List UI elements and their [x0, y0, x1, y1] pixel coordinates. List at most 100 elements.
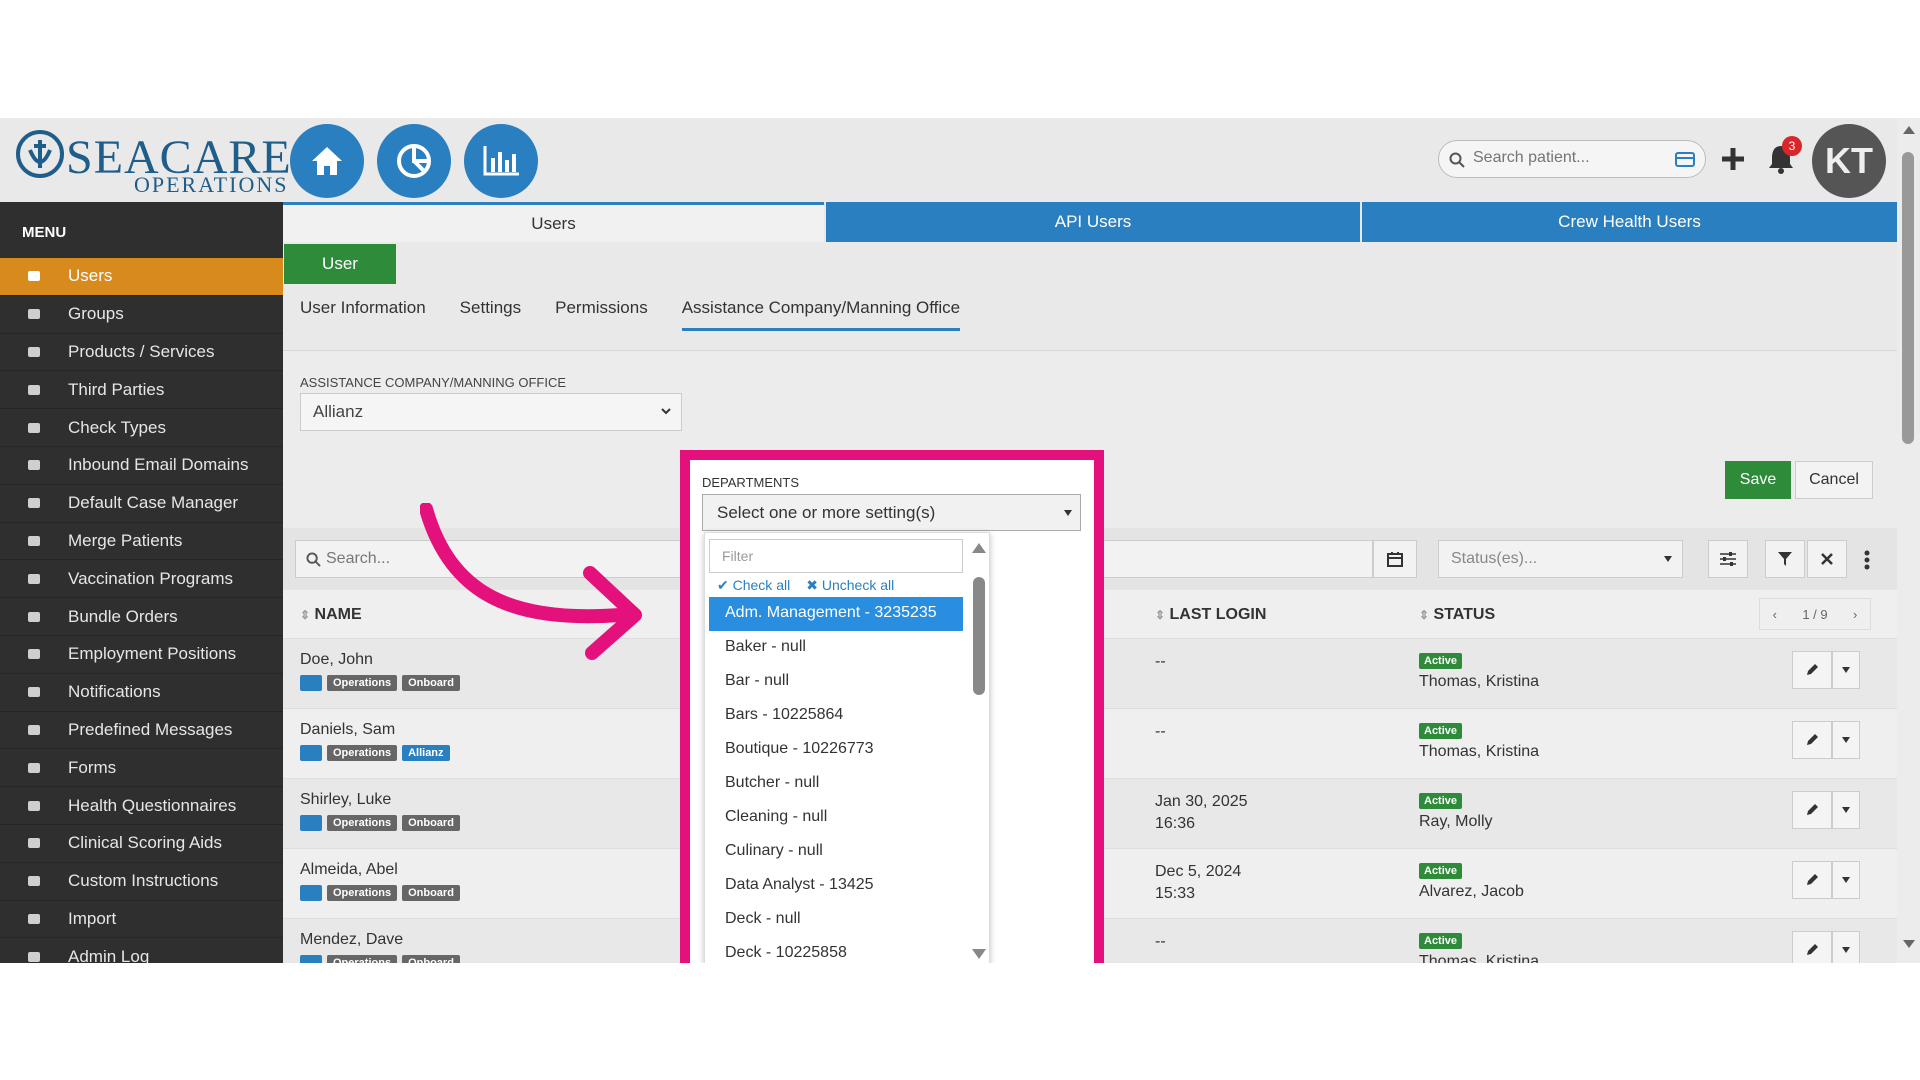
- row-menu-button[interactable]: [1832, 721, 1860, 759]
- tab-user[interactable]: User: [284, 244, 396, 284]
- sidebar-item-admin-log[interactable]: Admin Log: [0, 938, 283, 963]
- department-option[interactable]: Bars - 10225864: [709, 699, 963, 733]
- user-avatar[interactable]: KT: [1812, 124, 1886, 198]
- pager-prev[interactable]: ‹: [1773, 607, 1777, 622]
- column-settings-button[interactable]: [1708, 540, 1748, 578]
- header-status[interactable]: ⇕ STATUS: [1419, 606, 1495, 624]
- sidebar-item-employment-positions[interactable]: Employment Positions: [0, 636, 283, 674]
- dropdown-scrollbar[interactable]: [969, 541, 987, 961]
- status-filter[interactable]: Status(es)...: [1438, 540, 1683, 578]
- sidebar-item-third-parties[interactable]: Third Parties: [0, 371, 283, 410]
- dashboard-button[interactable]: [377, 124, 451, 198]
- cancel-button[interactable]: Cancel: [1795, 461, 1873, 499]
- row-tag: Onboard: [402, 955, 460, 963]
- sidebar-item-products-services[interactable]: Products / Services: [0, 334, 283, 372]
- page-scrollbar-thumb[interactable]: [1902, 152, 1914, 444]
- sidebar-item-custom-instructions[interactable]: Custom Instructions: [0, 863, 283, 901]
- bullhorn-icon: [0, 685, 68, 699]
- home-button[interactable]: [290, 124, 364, 198]
- sidebar-item-vaccination-programs[interactable]: Vaccination Programs: [0, 560, 283, 599]
- department-option[interactable]: Data Analyst - 13425: [709, 869, 963, 903]
- department-option[interactable]: Adm. Management - 3235235: [709, 597, 963, 631]
- pager-next[interactable]: ›: [1853, 607, 1857, 622]
- departments-label: DEPARTMENTS: [702, 475, 800, 490]
- edit-button[interactable]: [1792, 651, 1832, 689]
- calendar-button[interactable]: [1373, 540, 1417, 578]
- reports-button[interactable]: [464, 124, 538, 198]
- department-option[interactable]: Deck - 10225858: [709, 937, 963, 963]
- row-name[interactable]: Doe, John: [300, 651, 373, 669]
- clear-filter-button[interactable]: [1807, 540, 1847, 578]
- tab-assistance-company[interactable]: Assistance Company/Manning Office: [681, 298, 961, 331]
- departments-filter-input[interactable]: Filter: [709, 539, 963, 573]
- tab-settings[interactable]: Settings: [460, 298, 521, 331]
- header-name[interactable]: ⇕ NAME: [300, 606, 362, 624]
- department-option[interactable]: Bar - null: [709, 665, 963, 699]
- search-icon: [306, 552, 321, 567]
- row-manager: Ray, Molly: [1419, 813, 1493, 830]
- sidebar-item-clinical-scoring-aids[interactable]: Clinical Scoring Aids: [0, 825, 283, 863]
- edit-button[interactable]: [1792, 861, 1832, 899]
- row-menu-button[interactable]: [1832, 651, 1860, 689]
- sidebar-item-notifications[interactable]: Notifications: [0, 674, 283, 712]
- tab-crew-health-users[interactable]: Crew Health Users: [1360, 202, 1897, 242]
- scroll-down-icon[interactable]: [1903, 940, 1915, 948]
- uncheck-all-link[interactable]: ✖ Uncheck all: [806, 577, 894, 594]
- row-name[interactable]: Almeida, Abel: [300, 861, 398, 879]
- row-name[interactable]: Shirley, Luke: [300, 791, 391, 809]
- dropdown-scrollbar-thumb[interactable]: [973, 577, 985, 695]
- scroll-up-icon[interactable]: [972, 543, 986, 553]
- patient-search-input[interactable]: [1473, 149, 1663, 167]
- department-option[interactable]: Culinary - null: [709, 835, 963, 869]
- department-option[interactable]: Deck - null: [709, 903, 963, 937]
- sidebar-item-merge-patients[interactable]: Merge Patients: [0, 523, 283, 561]
- scroll-up-icon[interactable]: [1903, 126, 1915, 134]
- edit-button[interactable]: [1792, 931, 1832, 963]
- sidebar-item-users[interactable]: Users: [0, 258, 283, 296]
- more-vertical-icon[interactable]: [1864, 550, 1870, 570]
- sidebar-item-predefined-messages[interactable]: Predefined Messages: [0, 712, 283, 750]
- tab-api-users[interactable]: API Users: [824, 202, 1360, 242]
- sidebar-item-label: Bundle Orders: [68, 606, 178, 626]
- plus-icon[interactable]: [1718, 144, 1748, 174]
- row-name[interactable]: Mendez, Dave: [300, 931, 403, 949]
- seacare-logo[interactable]: SEACARE OPERATIONS: [14, 126, 291, 197]
- patient-search[interactable]: [1438, 140, 1706, 178]
- check-all-link[interactable]: ✔ Check all: [717, 577, 790, 594]
- tab-users[interactable]: Users: [283, 202, 824, 242]
- sidebar-item-bundle-orders[interactable]: Bundle Orders: [0, 598, 283, 636]
- sidebar-item-default-case-manager[interactable]: Default Case Manager: [0, 485, 283, 523]
- sidebar-item-forms[interactable]: Forms: [0, 749, 283, 788]
- sidebar-item-import[interactable]: Import: [0, 901, 283, 939]
- tab-permissions[interactable]: Permissions: [555, 298, 648, 331]
- save-button[interactable]: Save: [1725, 461, 1791, 499]
- briefcase-icon: [0, 572, 68, 586]
- department-option[interactable]: Baker - null: [709, 631, 963, 665]
- page-scrollbar[interactable]: [1897, 118, 1920, 963]
- department-option[interactable]: Cleaning - null: [709, 801, 963, 835]
- tab-user-information[interactable]: User Information: [300, 298, 426, 331]
- row-name[interactable]: Daniels, Sam: [300, 721, 395, 739]
- sidebar-item-health-questionnaires[interactable]: Health Questionnaires: [0, 787, 283, 825]
- department-option[interactable]: Boutique - 10226773: [709, 733, 963, 767]
- card-icon[interactable]: [1675, 152, 1695, 167]
- row-menu-button[interactable]: [1832, 791, 1860, 829]
- row-menu-button[interactable]: [1832, 931, 1860, 963]
- uncheck-all-label: Uncheck all: [821, 577, 895, 593]
- company-select-value: Allianz: [313, 402, 364, 421]
- header-last-login[interactable]: ⇕ LAST LOGIN: [1155, 606, 1266, 624]
- row-login-time: 15:33: [1155, 885, 1196, 902]
- edit-button[interactable]: [1792, 791, 1832, 829]
- row-menu-button[interactable]: [1832, 861, 1860, 899]
- departments-select[interactable]: Select one or more setting(s): [702, 494, 1081, 531]
- department-option[interactable]: Butcher - null: [709, 767, 963, 801]
- filter-button[interactable]: [1765, 540, 1805, 578]
- sidebar-item-groups[interactable]: Groups: [0, 296, 283, 334]
- sidebar-item-inbound-email-domains[interactable]: Inbound Email Domains: [0, 447, 283, 485]
- anchor-emblem-icon: [16, 130, 64, 178]
- company-select[interactable]: Allianz: [300, 393, 682, 431]
- edit-button[interactable]: [1792, 721, 1832, 759]
- caret-down-icon: [1842, 737, 1850, 743]
- sidebar-item-check-types[interactable]: Check Types: [0, 409, 283, 447]
- scroll-down-icon[interactable]: [972, 949, 986, 959]
